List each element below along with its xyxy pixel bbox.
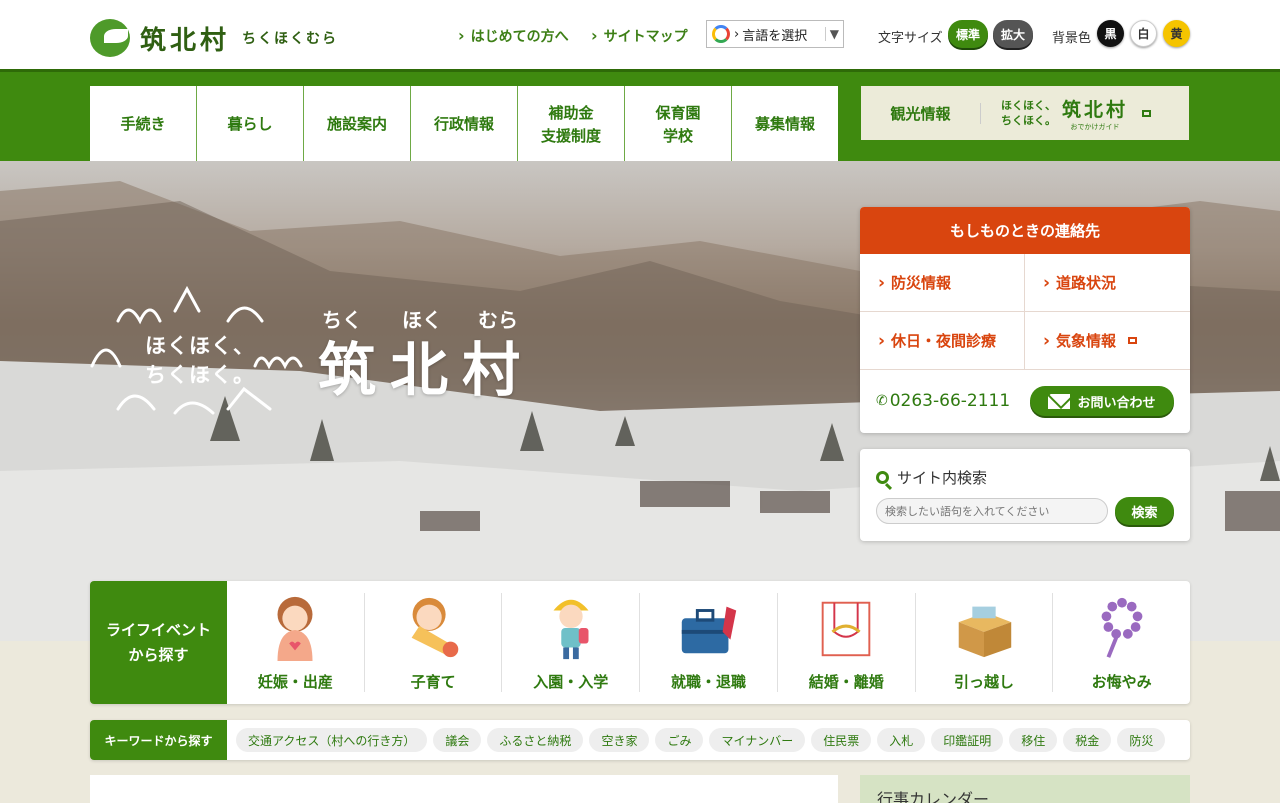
nav-subsidies[interactable]: 補助金 支援制度 xyxy=(517,86,624,164)
keyword-tag[interactable]: 議会 xyxy=(433,728,482,752)
keyword-tag[interactable]: ふるさと納税 xyxy=(487,728,584,752)
search-button[interactable]: 検索 xyxy=(1115,497,1174,525)
logo-name: 筑北村 xyxy=(140,25,231,56)
contact-button[interactable]: お問い合わせ xyxy=(1030,386,1174,416)
event-calendar-title: 行事カレンダー xyxy=(877,790,990,803)
prayer-beads-icon xyxy=(1101,597,1143,658)
font-size-standard-button[interactable]: 標準 xyxy=(948,20,988,48)
life-event-childcare[interactable]: 子育て xyxy=(363,593,502,692)
gift-envelope-icon xyxy=(821,601,871,657)
hero-title: 筑北村 xyxy=(318,336,535,404)
village-emblem-icon xyxy=(90,19,130,57)
sitemap-link[interactable]: サイトマップ xyxy=(591,26,688,46)
keyword-tag[interactable]: 入札 xyxy=(877,728,926,752)
keyword-tag[interactable]: 防災 xyxy=(1117,728,1166,752)
keyword-search-label: キーワードから探す xyxy=(90,720,227,760)
global-nav: 手続き 暮らし 施設案内 行政情報 補助金 支援制度 保育園 学校 募集情報 xyxy=(90,86,838,164)
news-panel xyxy=(90,775,838,803)
keyword-tag[interactable]: 交通アクセス（村への行き方） xyxy=(236,728,428,752)
site-search-box: サイト内検索 検索 xyxy=(860,449,1190,541)
search-input[interactable] xyxy=(876,498,1108,524)
language-select-label: 言語を選択 xyxy=(742,28,808,44)
life-event-pregnancy[interactable]: 妊娠・出産 xyxy=(227,593,364,692)
hero-tagline-1: ほくほく、 xyxy=(145,334,255,358)
bg-white-button[interactable]: 白 xyxy=(1130,20,1157,47)
nav-facilities[interactable]: 施設案内 xyxy=(303,86,410,164)
keyword-tag[interactable]: 印鑑証明 xyxy=(931,728,1004,752)
site-logo[interactable]: 筑北村 ちくほくむら xyxy=(90,19,338,57)
nav-recruitment[interactable]: 募集情報 xyxy=(731,86,838,164)
life-event-school-entry[interactable]: 入園・入学 xyxy=(501,593,639,692)
logo-kana: ちくほくむら xyxy=(242,31,339,47)
nav-living[interactable]: 暮らし xyxy=(196,86,303,164)
keyword-tags: 交通アクセス（村への行き方） 議会 ふるさと納税 空き家 ごみ マイナンバー 住… xyxy=(236,728,1171,752)
keyword-tag[interactable]: 移住 xyxy=(1009,728,1058,752)
life-event-condolence[interactable]: お悔やみ xyxy=(1052,593,1190,692)
google-icon xyxy=(712,25,730,43)
pregnant-woman-icon xyxy=(277,596,313,662)
bg-black-button[interactable]: 黒 xyxy=(1097,20,1124,47)
dropdown-arrow-icon: ▼ xyxy=(824,27,839,41)
nav-procedures[interactable]: 手続き xyxy=(90,86,196,164)
background-color-label: 背景色 xyxy=(1052,31,1092,46)
font-size-label: 文字サイズ xyxy=(878,31,943,46)
emergency-contacts-card: もしものときの連絡先 防災情報 道路状況 休日・夜間診療 気象情報 ✆ 0263… xyxy=(860,207,1190,433)
keyword-tag[interactable]: 税金 xyxy=(1063,728,1112,752)
bg-yellow-button[interactable]: 黄 xyxy=(1163,20,1190,47)
phone-number[interactable]: ✆ 0263-66-2111 xyxy=(876,391,1010,411)
phone-icon: ✆ xyxy=(876,393,888,409)
event-calendar-panel: 行事カレンダー xyxy=(860,775,1190,803)
nav-schools[interactable]: 保育園 学校 xyxy=(624,86,731,164)
tourism-label: 観光情報 xyxy=(861,102,981,124)
keyword-tag[interactable]: マイナンバー xyxy=(709,728,806,752)
life-events-label: ライフイベント から探す xyxy=(90,581,227,704)
nav-administration[interactable]: 行政情報 xyxy=(410,86,517,164)
life-event-moving[interactable]: 引っ越し xyxy=(914,593,1053,692)
search-icon xyxy=(876,471,889,484)
moving-box-icon xyxy=(958,606,1012,658)
keyword-tag[interactable]: ごみ xyxy=(655,728,704,752)
briefcase-icon xyxy=(681,606,736,654)
baby-icon xyxy=(411,597,459,658)
mail-icon xyxy=(1048,393,1071,409)
hero-tagline-2: ちくほく。 xyxy=(145,363,255,387)
keyword-tag[interactable]: 住民票 xyxy=(811,728,872,752)
site-search-title: サイト内検索 xyxy=(876,467,987,488)
emergency-card-title: もしものときの連絡先 xyxy=(860,207,1190,254)
weather-info-link[interactable]: 気象情報 xyxy=(1025,312,1190,370)
keyword-tag[interactable]: 空き家 xyxy=(589,728,650,752)
tourism-banner[interactable]: 観光情報 ほくほく、 ちくほく。 筑北村 おでかけガイド xyxy=(861,86,1189,140)
schoolchild-icon xyxy=(553,599,589,660)
first-visit-link[interactable]: はじめての方へ xyxy=(458,26,569,46)
life-event-employment[interactable]: 就職・退職 xyxy=(639,593,777,692)
keyword-search-bar: キーワードから探す 交通アクセス（村への行き方） 議会 ふるさと納税 空き家 ご… xyxy=(90,720,1190,760)
global-nav-bar: 手続き 暮らし 施設案内 行政情報 補助金 支援制度 保育園 学校 募集情報 観… xyxy=(0,69,1280,164)
life-events-panel: ライフイベント から探す 妊娠・出産 子育て 入園・入学 就職・退職 結婚・離婚… xyxy=(90,581,1190,704)
tourism-guide-logo: ほくほく、 ちくほく。 筑北村 おでかけガイド xyxy=(1001,95,1152,132)
road-status-link[interactable]: 道路状況 xyxy=(1025,254,1190,312)
language-select[interactable]: › 言語を選択 ▼ xyxy=(706,20,844,48)
disaster-info-link[interactable]: 防災情報 xyxy=(860,254,1025,312)
external-link-icon xyxy=(1142,109,1152,117)
external-link-icon xyxy=(1128,337,1138,344)
life-event-marriage[interactable]: 結婚・離婚 xyxy=(776,593,915,692)
site-header: 筑北村 ちくほくむら はじめての方へ サイトマップ › 言語を選択 ▼ 文字サイ… xyxy=(0,0,1280,69)
holiday-clinic-link[interactable]: 休日・夜間診療 xyxy=(860,312,1025,370)
font-size-large-button[interactable]: 拡大 xyxy=(993,20,1033,48)
